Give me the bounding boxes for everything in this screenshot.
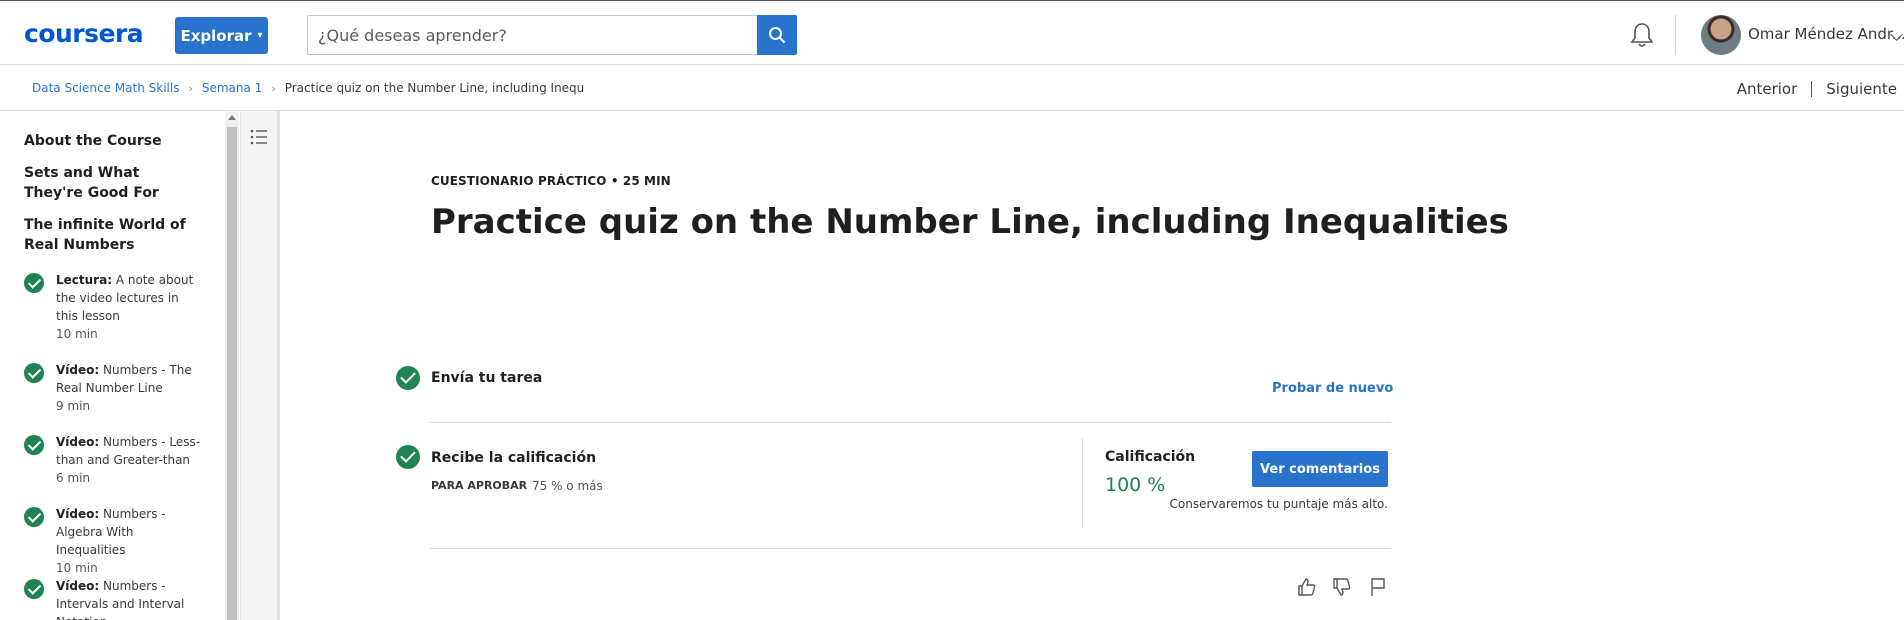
- header-divider: [1675, 15, 1676, 55]
- lesson-type: Vídeo:: [56, 363, 100, 377]
- check-icon: [396, 445, 420, 469]
- view-feedback-button[interactable]: Ver comentarios: [1252, 451, 1388, 487]
- lesson-type: Vídeo:: [56, 507, 100, 521]
- sidebar-heading-real-numbers[interactable]: The infinite World of Real Numbers: [24, 215, 189, 255]
- check-icon: [24, 273, 44, 293]
- chevron-down-icon: ▾: [257, 30, 263, 41]
- grade-value: 100 %: [1105, 474, 1166, 496]
- previous-link[interactable]: Anterior: [1737, 80, 1798, 98]
- divider: [430, 422, 1391, 423]
- lesson-duration: 6 min: [56, 471, 91, 485]
- explore-button[interactable]: Explorar ▾: [175, 17, 268, 54]
- highest-score-note: Conservaremos tu puntaje más alto.: [1169, 497, 1389, 511]
- check-icon: [24, 579, 44, 599]
- chevron-right-icon: ›: [188, 81, 193, 95]
- top-navbar: coursera Explorar ▾ Omar Méndez Andr...: [0, 0, 1904, 65]
- lesson-text: Vídeo: Numbers - Less-than and Greater-t…: [56, 433, 204, 487]
- lesson-type: Lectura:: [56, 273, 112, 287]
- divider: [430, 548, 1391, 549]
- item-type-label: CUESTIONARIO PRÁCTICO • 25 MIN: [431, 174, 671, 188]
- thumbs-up-icon[interactable]: [1296, 576, 1318, 598]
- pass-label: PARA APROBAR: [431, 479, 528, 492]
- search-button[interactable]: [757, 15, 797, 55]
- lesson-text: Vídeo: Numbers - Algebra With Inequaliti…: [56, 505, 204, 577]
- thumbs-down-icon[interactable]: [1331, 576, 1353, 598]
- scroll-thumb[interactable]: [227, 127, 237, 620]
- nav-divider: [1811, 81, 1813, 97]
- grade-label: Calificación: [1105, 449, 1196, 465]
- user-name[interactable]: Omar Méndez Andr...: [1748, 25, 1904, 43]
- sidebar-heading-about[interactable]: About the Course: [24, 131, 189, 151]
- search-box: [307, 15, 797, 55]
- lesson-type: Vídeo:: [56, 435, 100, 449]
- flag-icon[interactable]: [1367, 576, 1389, 598]
- breadcrumb-bar: Data Science Math Skills › Semana 1 › Pr…: [0, 65, 1904, 111]
- sidebar-heading-sets[interactable]: Sets and What They're Good For: [24, 163, 189, 203]
- breadcrumb-current: Practice quiz on the Number Line, includ…: [284, 81, 585, 95]
- lesson-duration: 9 min: [56, 399, 91, 413]
- toc-rail: [240, 111, 280, 620]
- prev-next-nav: Anterior Siguiente: [1737, 80, 1897, 98]
- breadcrumb: Data Science Math Skills › Semana 1 › Pr…: [32, 81, 585, 95]
- course-sidebar: About the Course Sets and What They're G…: [0, 111, 225, 620]
- lesson-text: Vídeo: Numbers - Intervals and Interval …: [56, 577, 204, 620]
- pass-value: 75 % o más: [532, 479, 603, 493]
- submit-step-label: Envía tu tarea: [431, 370, 543, 386]
- chevron-right-icon: ›: [271, 81, 276, 95]
- lesson-duration: 10 min: [56, 561, 98, 575]
- lesson-text: Lectura: A note about the video lectures…: [56, 271, 204, 343]
- list-icon[interactable]: [249, 127, 269, 147]
- grade-divider: [1082, 438, 1083, 528]
- scroll-up-arrow-icon[interactable]: [228, 115, 236, 120]
- retry-link[interactable]: Probar de nuevo: [1272, 381, 1393, 396]
- search-input[interactable]: [308, 16, 757, 54]
- breadcrumb-course[interactable]: Data Science Math Skills: [32, 81, 179, 95]
- lesson-text: Vídeo: Numbers - The Real Number Line 9 …: [56, 361, 204, 415]
- breadcrumb-week[interactable]: Semana 1: [202, 81, 262, 95]
- check-icon: [396, 366, 420, 390]
- lesson-type: Vídeo:: [56, 579, 100, 593]
- bell-icon[interactable]: [1629, 21, 1655, 49]
- next-link[interactable]: Siguiente: [1826, 80, 1897, 98]
- sidebar-scrollbar[interactable]: [225, 111, 239, 620]
- explore-button-label: Explorar: [180, 26, 252, 45]
- search-icon: [769, 27, 786, 44]
- grade-step-label: Recibe la calificación: [431, 450, 597, 466]
- coursera-logo[interactable]: coursera: [24, 19, 144, 48]
- check-icon: [24, 363, 44, 383]
- check-icon: [24, 435, 44, 455]
- avatar[interactable]: [1701, 15, 1741, 55]
- check-icon: [24, 507, 44, 527]
- lesson-duration: 10 min: [56, 327, 98, 341]
- page-title: Practice quiz on the Number Line, includ…: [431, 202, 1509, 242]
